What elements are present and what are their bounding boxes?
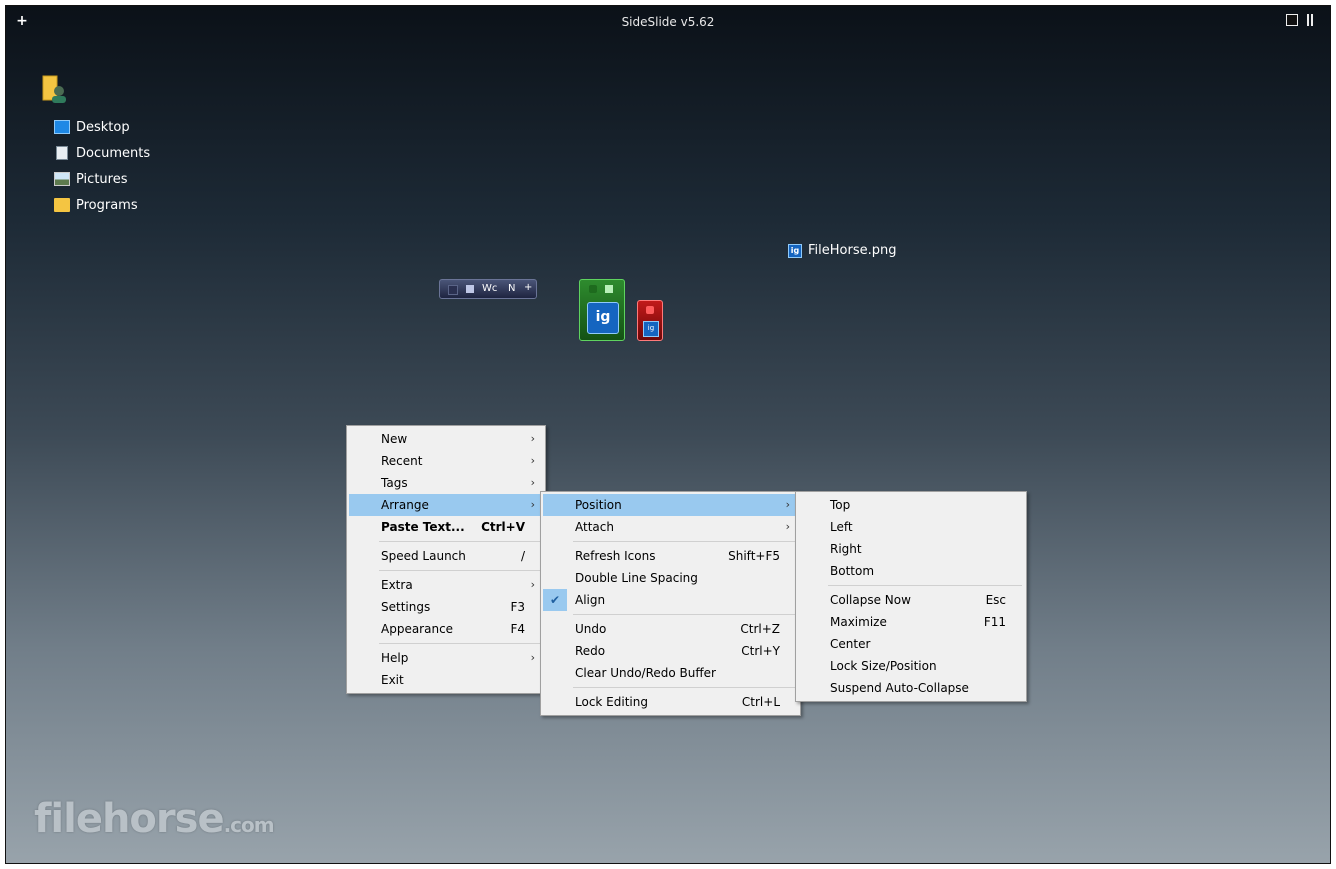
menu-item-refresh-icons[interactable]: Refresh Icons Shift+F5 bbox=[543, 545, 798, 567]
green-container[interactable]: ig bbox=[579, 279, 625, 341]
chevron-right-icon: › bbox=[530, 578, 535, 591]
menu-item-collapse-now[interactable]: Collapse Now Esc bbox=[798, 589, 1024, 611]
menu-item-exit[interactable]: Exit bbox=[349, 669, 543, 691]
chevron-right-icon: › bbox=[530, 498, 535, 511]
menu-item-appearance[interactable]: Appearance F4 bbox=[349, 618, 543, 640]
checkmark-icon: ✔ bbox=[543, 589, 567, 611]
expand-icon[interactable] bbox=[466, 285, 474, 293]
menu-item-lock-editing[interactable]: Lock Editing Ctrl+L bbox=[543, 691, 798, 713]
minimize-icon[interactable] bbox=[448, 285, 458, 295]
menu-item-align[interactable]: ✔ Align bbox=[543, 589, 798, 611]
shortcut-pictures[interactable]: Pictures bbox=[54, 166, 150, 192]
folder-icon bbox=[54, 198, 70, 212]
menu-item-top[interactable]: Top bbox=[798, 494, 1024, 516]
shortcut-label: Programs bbox=[76, 197, 138, 213]
document-icon bbox=[56, 146, 68, 160]
menu-item-undo[interactable]: Undo Ctrl+Z bbox=[543, 618, 798, 640]
title-bar: + SideSlide v5.62 bbox=[6, 6, 1330, 36]
menu-item-right[interactable]: Right bbox=[798, 538, 1024, 560]
menu-separator bbox=[573, 614, 796, 615]
menu-separator bbox=[573, 541, 796, 542]
file-shortcut[interactable]: ig FileHorse.png bbox=[788, 243, 896, 258]
container-label: Wc bbox=[482, 283, 498, 294]
add-icon[interactable]: + bbox=[524, 282, 532, 293]
menu-item-new[interactable]: New › bbox=[349, 428, 543, 450]
menu-item-left[interactable]: Left bbox=[798, 516, 1024, 538]
menu-item-paste-text[interactable]: Paste Text... Ctrl+V bbox=[349, 516, 543, 538]
chevron-right-icon: › bbox=[530, 432, 535, 445]
sideslide-workspace: + SideSlide v5.62 Desktop Documents Pict… bbox=[5, 5, 1331, 864]
menu-separator bbox=[379, 541, 541, 542]
watermark-logo: filehorse.com bbox=[34, 796, 275, 842]
menu-item-redo[interactable]: Redo Ctrl+Y bbox=[543, 640, 798, 662]
maximize-icon[interactable] bbox=[1286, 14, 1298, 26]
menu-separator bbox=[379, 570, 541, 571]
chevron-right-icon: › bbox=[530, 651, 535, 664]
shortcut-label: Pictures bbox=[76, 171, 128, 187]
shortcut-programs[interactable]: Programs bbox=[54, 192, 150, 218]
chevron-right-icon: › bbox=[785, 498, 790, 511]
minimize-icon[interactable] bbox=[589, 285, 597, 293]
collapse-icon[interactable] bbox=[1304, 14, 1316, 26]
menu-item-attach[interactable]: Attach › bbox=[543, 516, 798, 538]
menu-item-arrange[interactable]: Arrange › bbox=[349, 494, 543, 516]
expand-icon[interactable] bbox=[605, 285, 613, 293]
menu-item-maximize[interactable]: Maximize F11 bbox=[798, 611, 1024, 633]
menu-separator bbox=[573, 687, 796, 688]
menu-item-tags[interactable]: Tags › bbox=[349, 472, 543, 494]
menu-separator bbox=[379, 643, 541, 644]
image-file-icon: ig bbox=[788, 243, 802, 258]
menu-item-lock-size-position[interactable]: Lock Size/Position bbox=[798, 655, 1024, 677]
app-icon[interactable]: ig bbox=[587, 302, 619, 334]
menu-item-extra[interactable]: Extra › bbox=[349, 574, 543, 596]
minimize-icon[interactable] bbox=[646, 306, 654, 314]
desktop-icon bbox=[54, 120, 70, 134]
menu-item-bottom[interactable]: Bottom bbox=[798, 560, 1024, 582]
menu-item-center[interactable]: Center bbox=[798, 633, 1024, 655]
menu-item-clear-undo-buffer[interactable]: Clear Undo/Redo Buffer bbox=[543, 662, 798, 684]
chevron-right-icon: › bbox=[530, 454, 535, 467]
menu-item-help[interactable]: Help › bbox=[349, 647, 543, 669]
window-title: SideSlide v5.62 bbox=[621, 15, 715, 29]
chevron-right-icon: › bbox=[785, 520, 790, 533]
menu-item-suspend-auto-collapse[interactable]: Suspend Auto-Collapse bbox=[798, 677, 1024, 699]
collapsed-container[interactable]: Wc N + bbox=[439, 279, 537, 299]
position-submenu: Top Left Right Bottom Collapse Now Esc Ma… bbox=[795, 491, 1027, 702]
shortcut-list: Desktop Documents Pictures Programs bbox=[54, 114, 150, 218]
context-menu: New › Recent › Tags › Arrange › Paste Text..… bbox=[346, 425, 546, 694]
menu-item-settings[interactable]: Settings F3 bbox=[349, 596, 543, 618]
shortcut-desktop[interactable]: Desktop bbox=[54, 114, 150, 140]
menu-separator bbox=[828, 585, 1022, 586]
app-icon[interactable]: ig bbox=[643, 321, 659, 337]
red-container[interactable]: ig bbox=[637, 300, 663, 341]
shortcut-label: Desktop bbox=[76, 119, 130, 135]
container-n: N bbox=[508, 283, 516, 294]
shortcut-documents[interactable]: Documents bbox=[54, 140, 150, 166]
file-label: FileHorse.png bbox=[808, 243, 897, 258]
menu-item-double-line-spacing[interactable]: Double Line Spacing bbox=[543, 567, 798, 589]
chevron-right-icon: › bbox=[530, 476, 535, 489]
picture-icon bbox=[54, 172, 70, 186]
arrange-submenu: Position › Attach › Refresh Icons Shift+F5 … bbox=[540, 491, 801, 716]
shortcut-label: Documents bbox=[76, 145, 151, 161]
menu-item-recent[interactable]: Recent › bbox=[349, 450, 543, 472]
menu-item-speed-launch[interactable]: Speed Launch / bbox=[349, 545, 543, 567]
menu-item-position[interactable]: Position › bbox=[543, 494, 798, 516]
user-folder-icon[interactable] bbox=[42, 74, 68, 104]
